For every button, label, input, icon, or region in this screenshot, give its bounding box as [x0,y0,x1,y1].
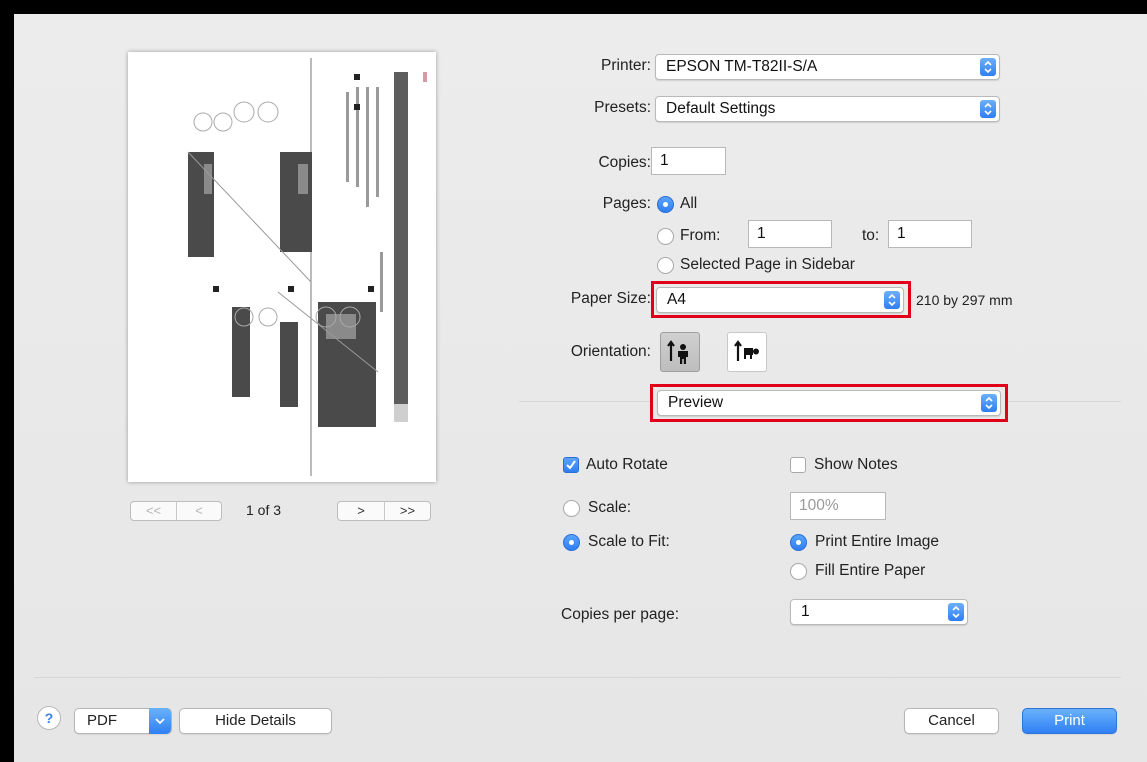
pages-sidebar-label: Selected Page in Sidebar [680,256,855,273]
print-button[interactable]: Print [1022,708,1117,734]
chevron-up-down-icon [980,58,996,76]
show-notes-checkbox[interactable] [790,457,806,473]
chevron-up-down-icon [980,100,996,118]
page-indicator: 1 of 3 [246,502,282,518]
pages-from-value: 1 [757,225,766,242]
footer-divider [34,677,1121,678]
paper-dimensions: 210 by 297 mm [916,292,1013,308]
next-page-button[interactable]: > [338,502,385,520]
section-divider-left [519,401,650,402]
presets-popup[interactable]: Default Settings [655,96,1000,122]
auto-rotate-checkbox[interactable] [563,457,579,473]
scale-to-fit-radio[interactable] [563,534,580,551]
portrait-person-icon [667,340,688,364]
chevron-up-down-icon [948,603,964,621]
hide-details-button[interactable]: Hide Details [179,708,332,734]
first-page-button[interactable]: << [131,502,177,520]
preview-forward-controls: > >> [337,501,431,521]
copies-value: 1 [660,152,669,169]
previous-page-button[interactable]: < [177,502,221,520]
help-button[interactable]: ? [37,706,61,730]
checkmark-icon [566,460,576,470]
scale-field[interactable]: 100% [790,492,886,520]
orientation-portrait-button[interactable] [660,332,700,372]
section-popup-highlight [650,384,1008,422]
scale-to-fit-label: Scale to Fit: [588,533,670,550]
pages-to-label: to: [862,227,880,244]
copies-label: Copies: [598,154,651,171]
auto-rotate-label: Auto Rotate [586,456,668,473]
scale-radio[interactable] [563,500,580,517]
pages-sidebar-radio[interactable] [657,257,674,274]
fill-entire-paper-label: Fill Entire Paper [815,562,926,579]
scale-label: Scale: [588,499,632,516]
pages-from-label: From: [680,227,721,244]
print-dialog: << < 1 of 3 > >> Printer: EPSON TM-T82II… [14,14,1147,762]
print-entire-image-label: Print Entire Image [815,533,940,550]
printer-label: Printer: [601,57,651,74]
orientation-label: Orientation: [570,343,651,360]
orientation-landscape-button[interactable] [727,332,767,372]
printer-value: EPSON TM-T82II-S/A [666,58,818,75]
pages-from-radio[interactable] [657,228,674,245]
fill-entire-paper-radio[interactable] [790,563,807,580]
paper-size-label: Paper Size: [570,290,651,307]
chevron-down-icon [149,708,171,734]
pages-to-field[interactable]: 1 [888,220,972,248]
paper-size-highlight [651,281,911,318]
last-page-button[interactable]: >> [385,502,430,520]
pages-all-label: All [680,195,698,212]
pdf-label: PDF [87,712,117,729]
printer-popup[interactable]: EPSON TM-T82II-S/A [655,54,1000,80]
copies-field[interactable]: 1 [651,147,726,175]
cancel-button[interactable]: Cancel [904,708,999,734]
page-preview-image [128,52,436,482]
presets-label: Presets: [594,99,651,116]
page-preview [128,52,436,482]
landscape-person-icon [734,340,759,361]
presets-value: Default Settings [666,100,776,117]
show-notes-label: Show Notes [814,456,898,473]
copies-per-page-label: Copies per page: [561,606,680,623]
pdf-button[interactable]: PDF [74,708,172,734]
copies-per-page-value: 1 [801,603,810,620]
pages-label: Pages: [602,195,651,212]
scale-value: 100% [799,497,839,514]
pages-from-field[interactable]: 1 [748,220,832,248]
section-divider-right [1007,401,1121,402]
pages-to-value: 1 [897,225,906,242]
copies-per-page-popup[interactable]: 1 [790,599,968,625]
print-entire-image-radio[interactable] [790,534,807,551]
preview-back-controls: << < [130,501,222,521]
pages-all-radio[interactable] [657,196,674,213]
